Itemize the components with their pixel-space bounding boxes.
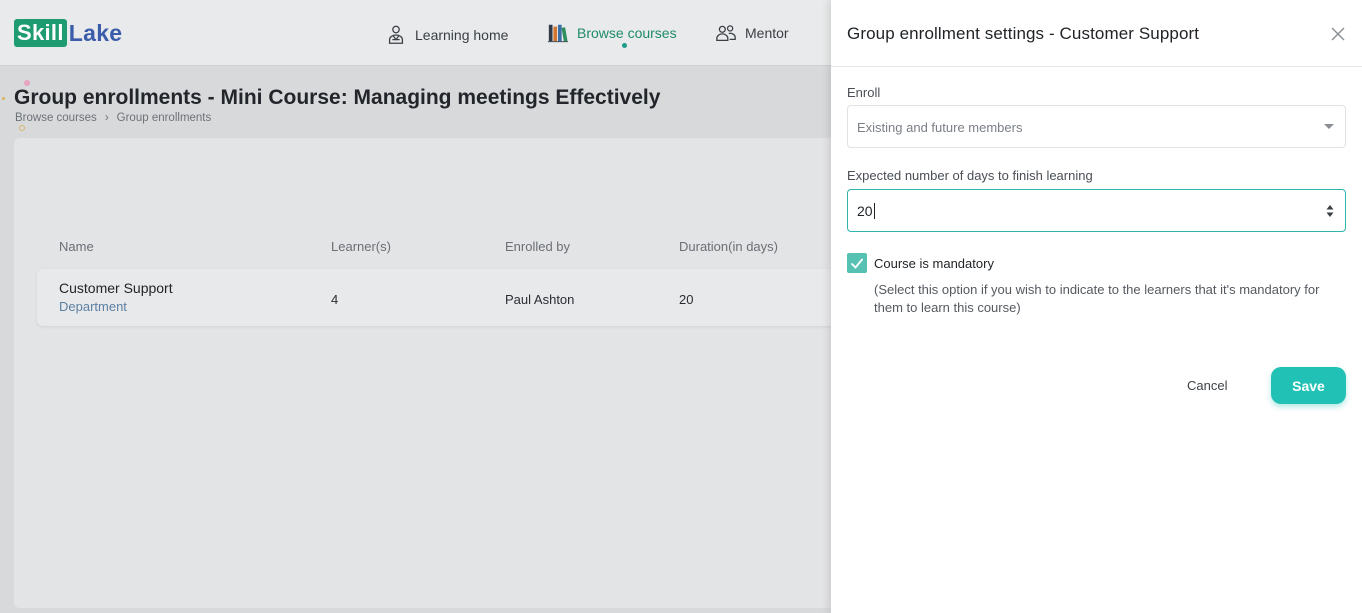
chevron-down-icon bbox=[1324, 124, 1334, 129]
enroll-selected-value: Existing and future members bbox=[857, 120, 1023, 135]
skilllake-logo[interactable]: Skill Lake bbox=[14, 19, 122, 47]
row-duration: 20 bbox=[679, 292, 694, 307]
mandatory-label: Course is mandatory bbox=[874, 256, 994, 271]
page-title: Group enrollments - Mini Course: Managin… bbox=[14, 86, 661, 109]
logo-skill: Skill bbox=[14, 19, 67, 47]
logo-lake: Lake bbox=[68, 20, 123, 46]
drawer-header: Group enrollment settings - Customer Sup… bbox=[831, 0, 1362, 67]
days-number-input[interactable]: 20 bbox=[847, 189, 1346, 232]
users-icon bbox=[716, 25, 736, 41]
breadcrumb-separator: › bbox=[104, 112, 109, 124]
nav-learning-home[interactable]: Learning home bbox=[385, 22, 508, 48]
nav-learning-home-label: Learning home bbox=[415, 27, 509, 43]
books-icon bbox=[547, 24, 569, 43]
nav-mentor-label: Mentor bbox=[745, 25, 789, 41]
row-group-type: Department bbox=[59, 299, 127, 314]
row-learners: 4 bbox=[331, 292, 339, 307]
breadcrumb: Browse courses › Group enrollments bbox=[15, 112, 211, 124]
breadcrumb-group-enrollments: Group enrollments bbox=[116, 112, 212, 124]
number-stepper-icon[interactable] bbox=[1325, 203, 1335, 219]
column-header-duration: Duration(in days) bbox=[679, 239, 778, 254]
column-header-learners: Learner(s) bbox=[331, 239, 391, 254]
enroll-select[interactable]: Existing and future members bbox=[847, 105, 1346, 148]
nav-browse-courses-label: Browse courses bbox=[577, 25, 677, 41]
nav-browse-courses[interactable]: Browse courses bbox=[547, 20, 677, 46]
decor-dot bbox=[19, 125, 25, 131]
enroll-label: Enroll bbox=[847, 85, 881, 100]
cancel-button[interactable]: Cancel bbox=[1187, 378, 1227, 393]
row-group-name: Customer Support bbox=[59, 280, 173, 296]
mandatory-help-text: (Select this option if you wish to indic… bbox=[874, 282, 1320, 315]
breadcrumb-browse-courses[interactable]: Browse courses bbox=[15, 112, 97, 124]
group-enrollment-settings-drawer: Group enrollment settings - Customer Sup… bbox=[831, 0, 1362, 613]
table-row[interactable] bbox=[37, 269, 847, 326]
row-enrolled-by: Paul Ashton bbox=[505, 292, 575, 307]
enrollments-card bbox=[14, 138, 844, 608]
days-input-value: 20 bbox=[857, 203, 873, 219]
decor-dot bbox=[2, 97, 5, 100]
learner-icon bbox=[388, 25, 404, 44]
save-button[interactable]: Save bbox=[1271, 367, 1346, 404]
mandatory-checkbox[interactable] bbox=[847, 253, 867, 273]
checkmark-icon bbox=[850, 258, 864, 269]
nav-mentor[interactable]: Mentor bbox=[715, 20, 789, 46]
column-header-name: Name bbox=[59, 239, 94, 254]
days-label: Expected number of days to finish learni… bbox=[847, 168, 1093, 183]
close-icon[interactable] bbox=[1329, 25, 1347, 43]
active-nav-indicator bbox=[622, 43, 627, 48]
column-header-enrolled-by: Enrolled by bbox=[505, 239, 571, 254]
drawer-title: Group enrollment settings - Customer Sup… bbox=[847, 24, 1200, 43]
